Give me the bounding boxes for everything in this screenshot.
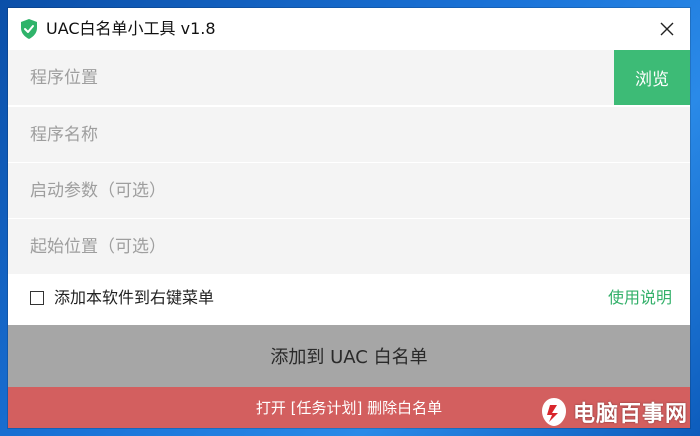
program-location-input[interactable]	[8, 50, 614, 105]
browse-button[interactable]: 浏览	[614, 50, 690, 105]
title-bar: UAC白名单小工具 v1.8	[8, 8, 690, 50]
program-name-input[interactable]	[8, 107, 690, 162]
help-link[interactable]: 使用说明	[608, 288, 672, 308]
watermark-text: 电脑百事网	[572, 402, 688, 427]
add-to-whitelist-label: 添加到 UAC 白名单	[270, 347, 428, 368]
app-window: UAC白名单小工具 v1.8 浏览 添加本软件到右键菜单 使用说明 添加到 UA…	[8, 8, 690, 428]
close-button[interactable]	[644, 8, 690, 50]
shield-check-icon	[21, 19, 37, 39]
add-to-whitelist-button[interactable]: 添加到 UAC 白名单	[8, 325, 690, 387]
watermark: 电脑百事网	[541, 396, 688, 428]
context-menu-checkbox[interactable]	[30, 291, 44, 305]
pc841-logo-icon	[541, 398, 566, 426]
start-params-input[interactable]	[8, 163, 690, 218]
context-menu-row: 添加本软件到右键菜单 使用说明	[8, 275, 690, 325]
context-menu-label[interactable]: 添加本软件到右键菜单	[54, 288, 214, 308]
close-icon	[660, 22, 674, 36]
window-title: UAC白名单小工具 v1.8	[46, 19, 216, 38]
delete-whitelist-label: 打开 [任务计划] 删除白名单	[255, 399, 443, 417]
start-location-input[interactable]	[8, 219, 690, 274]
